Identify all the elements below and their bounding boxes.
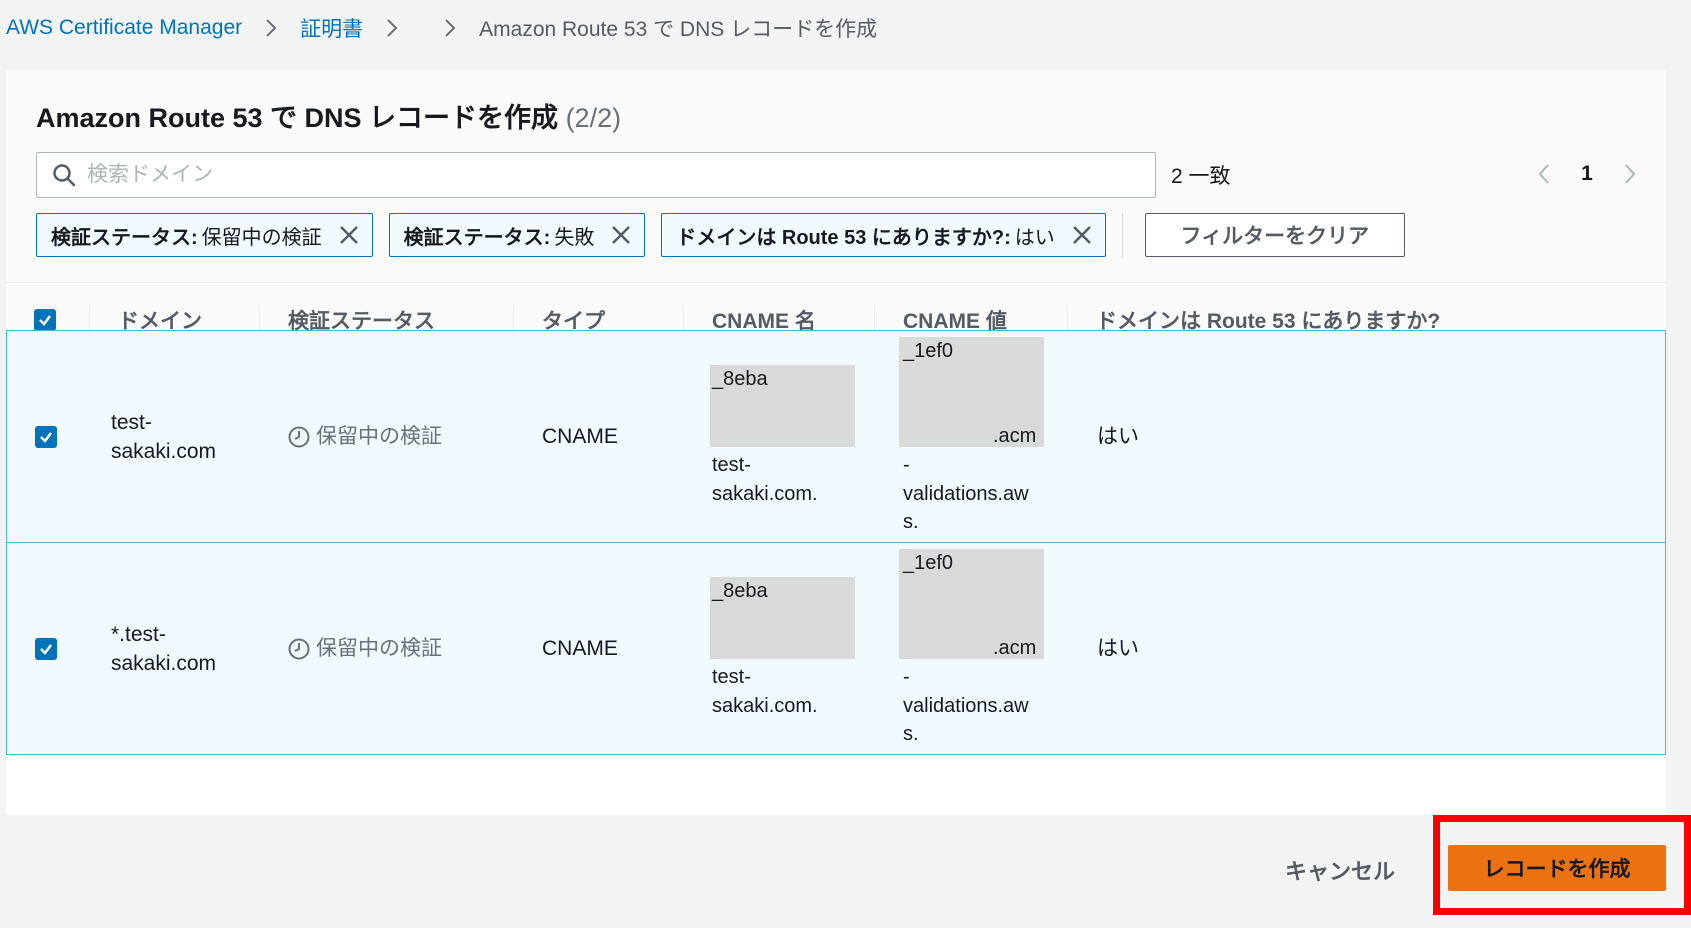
cname-value-line: s. bbox=[903, 511, 919, 533]
cname-name-line: sakaki.com. bbox=[712, 483, 818, 505]
cname-value-prefix: _1ef0 bbox=[903, 552, 954, 574]
search-box[interactable] bbox=[36, 152, 1156, 198]
checkbox[interactable] bbox=[34, 308, 56, 331]
checkbox[interactable] bbox=[35, 425, 57, 448]
type-cell: CNAME bbox=[542, 425, 618, 448]
status-cell: 保留中の検証 bbox=[287, 543, 442, 754]
status-text: 保留中の検証 bbox=[287, 422, 442, 451]
domain-line: test- bbox=[111, 410, 152, 434]
cname-value-prefix: _1ef0 bbox=[903, 340, 954, 362]
filter-value: 失敗 bbox=[554, 226, 595, 249]
cname-value-line: .acm bbox=[993, 637, 1037, 659]
dns-records-panel: Amazon Route 53 で DNS レコードを作成 (2/2) 2 一致… bbox=[6, 70, 1666, 815]
table-row[interactable]: test-sakaki.com 保留中の検証 CNAME _8eba test-… bbox=[6, 330, 1666, 543]
filter-tokens: 検証ステータス: 保留中の検証 検証ステータス: 失敗 ドメインは Route … bbox=[36, 213, 1405, 257]
chevron-right-icon bbox=[421, 17, 479, 39]
cname-value-line: s. bbox=[903, 723, 919, 745]
title-text: Amazon Route 53 で DNS レコードを作成 bbox=[36, 103, 559, 133]
breadcrumb-link-acm[interactable]: AWS Certificate Manager bbox=[6, 16, 242, 40]
domain-cell: test-sakaki.com bbox=[111, 331, 216, 542]
page-title: Amazon Route 53 で DNS レコードを作成 (2/2) bbox=[36, 96, 621, 135]
breadcrumb: AWS Certificate Manager 証明書 Amazon Route… bbox=[6, 12, 877, 44]
status-text: 保留中の検証 bbox=[287, 634, 442, 663]
footer-actions: キャンセル レコードを作成 bbox=[0, 815, 1691, 928]
domain-line: sakaki.com bbox=[111, 439, 217, 463]
cname-name-prefix: _8eba bbox=[712, 580, 768, 602]
pagination: 1 bbox=[1526, 156, 1648, 192]
cname-value-line: validations.aw bbox=[903, 695, 1029, 717]
checkbox[interactable] bbox=[35, 637, 57, 660]
filter-token: ドメインは Route 53 にありますか?: はい bbox=[661, 213, 1106, 257]
filter-value: 保留中の検証 bbox=[201, 226, 322, 249]
row-checkbox[interactable] bbox=[35, 331, 57, 542]
status-cell: 保留中の検証 bbox=[287, 331, 442, 542]
current-page[interactable]: 1 bbox=[1562, 162, 1612, 186]
type-cell: CNAME bbox=[542, 637, 618, 660]
in-route53-cell: はい bbox=[1097, 425, 1139, 448]
chevron-right-icon bbox=[242, 17, 300, 39]
filter-token: 検証ステータス: 保留中の検証 bbox=[36, 213, 373, 257]
clock-icon bbox=[287, 425, 311, 449]
filter-token: 検証ステータス: 失敗 bbox=[388, 213, 646, 257]
cname-name-prefix: _8eba bbox=[712, 368, 768, 390]
search-input[interactable] bbox=[87, 155, 1155, 195]
cname-value-line: validations.aw bbox=[903, 483, 1029, 505]
filter-value: はい bbox=[1014, 226, 1055, 249]
close-icon[interactable] bbox=[336, 222, 362, 248]
cname-name-line: sakaki.com. bbox=[712, 695, 818, 717]
clock-icon bbox=[287, 637, 311, 661]
cancel-button[interactable]: キャンセル bbox=[1280, 847, 1400, 893]
breadcrumb-current: Amazon Route 53 で DNS レコードを作成 bbox=[479, 18, 878, 41]
divider bbox=[1121, 213, 1123, 257]
search-icon bbox=[51, 162, 77, 188]
create-records-button[interactable]: レコードを作成 bbox=[1448, 845, 1666, 891]
domain-line: *.test- bbox=[111, 622, 166, 646]
chevron-left-icon[interactable] bbox=[1526, 156, 1562, 192]
cname-value-line: - bbox=[903, 454, 910, 476]
domain-line: sakaki.com bbox=[111, 651, 217, 675]
clear-filters-button[interactable]: フィルターをクリア bbox=[1144, 213, 1405, 257]
cname-value-line: - bbox=[903, 666, 910, 688]
filter-key: ドメインは Route 53 にありますか?: bbox=[676, 226, 1011, 249]
in-route53-cell: はい bbox=[1097, 637, 1139, 660]
close-icon[interactable] bbox=[608, 222, 634, 248]
cname-name-line: test- bbox=[712, 454, 751, 476]
row-checkbox[interactable] bbox=[35, 543, 57, 754]
table-row[interactable]: *.test-sakaki.com 保留中の検証 CNAME _8eba tes… bbox=[6, 542, 1666, 755]
status-label: 保留中の検証 bbox=[316, 637, 442, 660]
domain-cell: *.test-sakaki.com bbox=[111, 543, 216, 754]
chevron-right-icon bbox=[363, 17, 421, 39]
close-icon[interactable] bbox=[1069, 222, 1095, 248]
filter-key: 検証ステータス: bbox=[403, 226, 551, 249]
status-label: 保留中の検証 bbox=[316, 425, 442, 448]
chevron-right-icon[interactable] bbox=[1612, 156, 1648, 192]
selection-count: (2/2) bbox=[565, 103, 622, 133]
cname-value-line: .acm bbox=[993, 425, 1037, 447]
cname-name-line: test- bbox=[712, 666, 751, 688]
match-count: 2 一致 bbox=[1171, 165, 1231, 188]
breadcrumb-link-certificates[interactable]: 証明書 bbox=[300, 13, 363, 43]
filter-key: 検証ステータス: bbox=[51, 226, 198, 249]
panel-header: Amazon Route 53 で DNS レコードを作成 (2/2) 2 一致… bbox=[6, 70, 1666, 283]
